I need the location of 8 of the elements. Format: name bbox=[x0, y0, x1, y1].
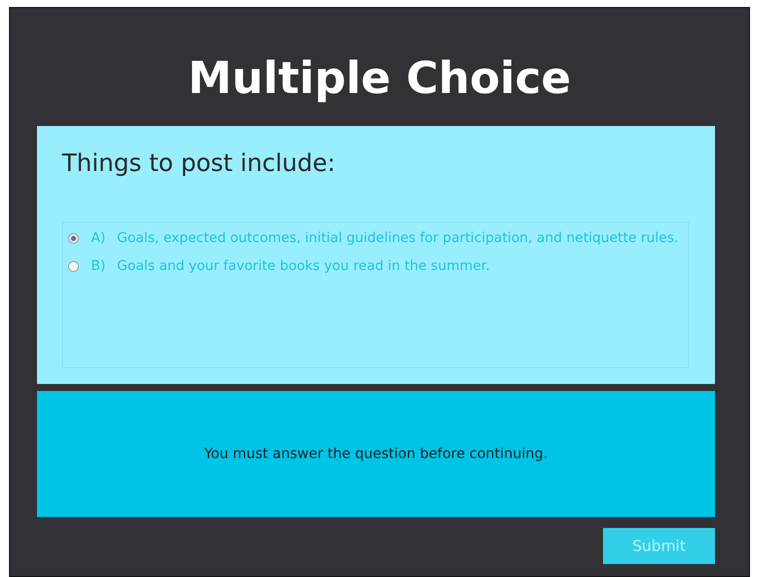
slide-title: Multiple Choice bbox=[188, 52, 571, 106]
question-text: Things to post include: bbox=[62, 148, 336, 179]
answer-option[interactable]: B) Goals and your favorite books you read in the summer. bbox=[68, 255, 688, 277]
answer-option[interactable]: A) Goals, expected outcomes, initial guidelines for participation, and netiquette rules. bbox=[68, 227, 688, 249]
feedback-message: You must answer the question before continuing. bbox=[204, 444, 548, 464]
radio-button[interactable] bbox=[68, 260, 79, 272]
radio-button[interactable] bbox=[68, 232, 79, 244]
submit-button[interactable]: Submit bbox=[603, 528, 715, 564]
